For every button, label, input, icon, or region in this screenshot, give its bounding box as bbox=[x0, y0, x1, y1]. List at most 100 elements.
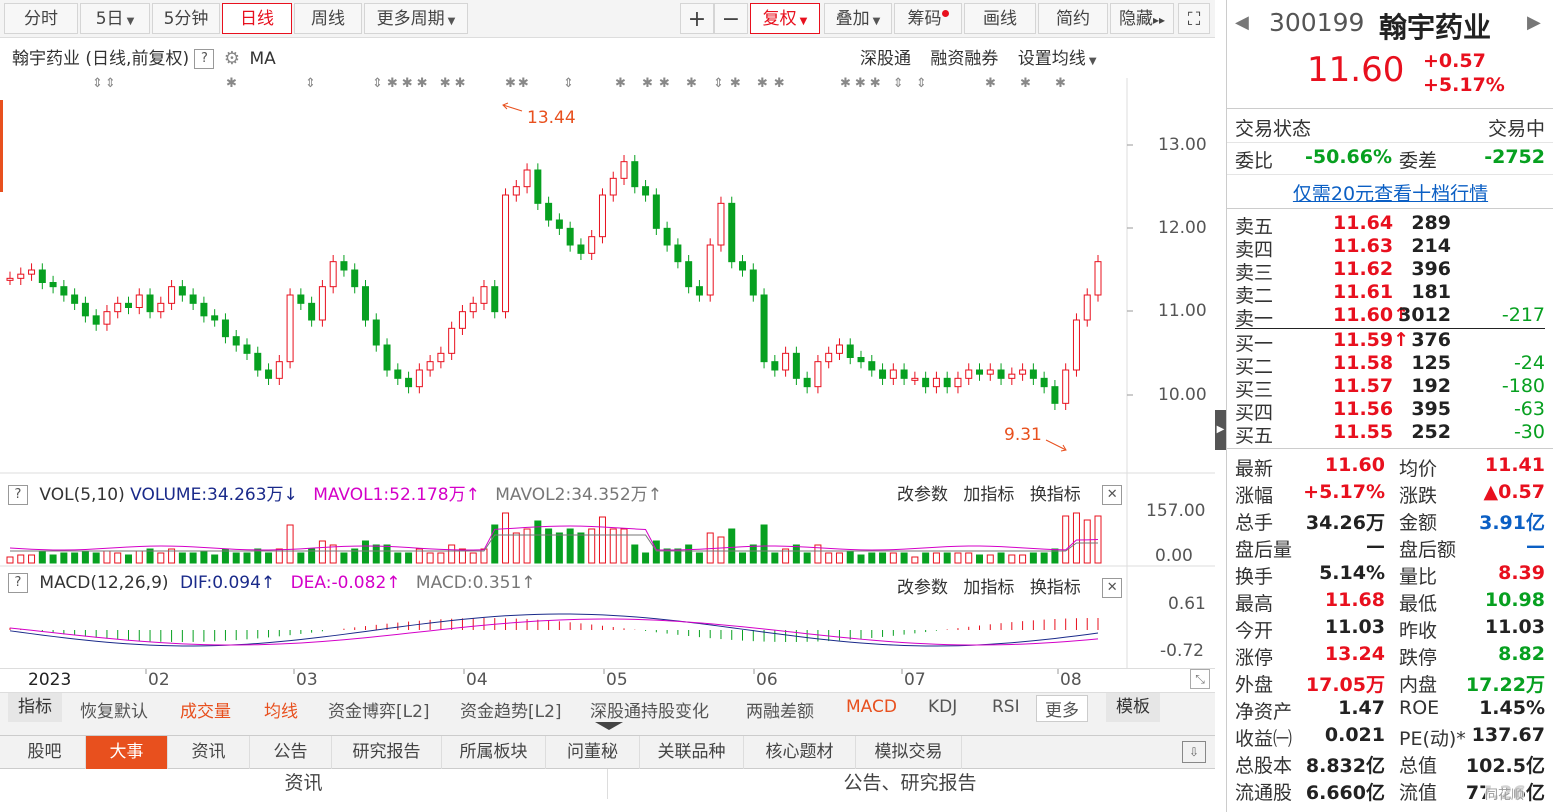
event-marker-icon[interactable]: ✱ ✱ ✱ bbox=[985, 76, 1076, 91]
event-markers[interactable]: ⇕⇕ bbox=[92, 76, 118, 91]
close-icon[interactable]: ✕ bbox=[1102, 485, 1123, 505]
add-indicator-button[interactable]: 加指标 bbox=[963, 578, 1014, 598]
adjust-rights-dropdown[interactable]: 复权 ▼ bbox=[750, 3, 820, 34]
hk-connect-link[interactable]: 深股通 bbox=[860, 49, 911, 69]
restore-default-button[interactable]: 恢复默认 bbox=[80, 697, 148, 722]
level-volume: 396 bbox=[1411, 258, 1451, 280]
hide-panel-button[interactable]: 隐藏▸▸ bbox=[1110, 3, 1174, 34]
news-preview[interactable] bbox=[0, 799, 1215, 812]
margin-trading-link[interactable]: 融资融券 bbox=[930, 49, 998, 69]
tab-guba[interactable]: 股吧 bbox=[4, 736, 86, 769]
edit-params-button[interactable]: 改参数 bbox=[897, 485, 948, 505]
draw-line-button[interactable]: 画线 bbox=[964, 3, 1036, 34]
edit-params-button[interactable]: 改参数 bbox=[897, 578, 948, 598]
stat-row: 涨幅 +5.17% 涨跌 ▲0.57 bbox=[1235, 481, 1545, 507]
bid-level-row[interactable]: 买三 11.57 192 -180 bbox=[1235, 375, 1545, 401]
chips-button[interactable]: 筹码 bbox=[894, 3, 962, 34]
indicator-rsi[interactable]: RSI bbox=[992, 697, 1020, 717]
help-icon[interactable]: ? bbox=[8, 485, 28, 505]
tab-research[interactable]: 研究报告 bbox=[332, 736, 442, 769]
tab-sectors[interactable]: 所属板块 bbox=[442, 736, 546, 769]
volume-bars-group bbox=[6, 512, 1102, 564]
level2-promo-link[interactable]: 仅需20元查看十档行情 bbox=[1227, 179, 1553, 206]
indicator-hk-holding[interactable]: 深股通持股变化 bbox=[590, 697, 709, 722]
chips-label: 筹码 bbox=[907, 9, 942, 29]
period-intraday-button[interactable]: 分时 bbox=[4, 3, 78, 34]
tab-ask-secretary[interactable]: 问董秘 bbox=[546, 736, 640, 769]
simple-mode-button[interactable]: 简约 bbox=[1038, 3, 1108, 34]
bid-level-row[interactable]: 买一 11.59↑ 376 bbox=[1235, 329, 1545, 355]
ask-level-row[interactable]: 卖二 11.61 181 bbox=[1235, 281, 1545, 307]
stat-value: 102.5亿 bbox=[1465, 755, 1545, 777]
kline-chart-area[interactable]: 翰宇药业 (日线,前复权) ? ⚙ MA 深股通 融资融券 设置均线 ▼ ⇕⇕ ✱… bbox=[0, 38, 1215, 668]
indicator-kdj[interactable]: KDJ bbox=[928, 697, 957, 717]
period-5min-button[interactable]: 5分钟 bbox=[152, 3, 220, 34]
event-marker-icon[interactable]: ✱ ✱✱ ✱ ⇕✱ ✱✱ bbox=[615, 76, 791, 91]
add-indicator-button[interactable]: 加指标 bbox=[963, 485, 1014, 505]
event-marker-icon[interactable]: ✱✱✱ ⇕ ⇕ bbox=[840, 76, 931, 91]
collapse-down-icon[interactable] bbox=[595, 722, 623, 730]
indicator-fund-game[interactable]: 资金博弈[L2] bbox=[328, 697, 430, 722]
template-button[interactable]: 模板 bbox=[1106, 693, 1160, 722]
tab-events[interactable]: 大事 bbox=[86, 736, 168, 769]
indicator-label[interactable]: 指标 bbox=[8, 693, 62, 722]
vol-name: VOL(5,10) bbox=[39, 485, 125, 505]
fullscreen-icon[interactable]: ⛶ bbox=[1178, 3, 1210, 34]
event-marker-icon[interactable]: ⇕ bbox=[305, 76, 316, 91]
overlay-dropdown[interactable]: 叠加 ▼ bbox=[824, 3, 892, 34]
trade-status-value: 交易中 bbox=[1487, 118, 1545, 140]
level-price: 11.57 bbox=[1333, 375, 1394, 397]
tab-news[interactable]: 资讯 bbox=[168, 736, 250, 769]
more-periods-dropdown[interactable]: 更多周期 ▼ bbox=[364, 3, 468, 34]
prev-stock-icon[interactable]: ◀ bbox=[1235, 12, 1249, 33]
tab-themes[interactable]: 核心题材 bbox=[744, 736, 856, 769]
zoom-in-button[interactable]: + bbox=[680, 3, 714, 34]
splitter[interactable] bbox=[0, 722, 1215, 735]
indicator-margin-diff[interactable]: 两融差额 bbox=[746, 697, 814, 722]
more-indicators-button[interactable]: 更多 bbox=[1036, 695, 1088, 722]
last-price: 11.60 bbox=[1307, 50, 1405, 90]
period-daily-button[interactable]: 日线 bbox=[222, 3, 292, 34]
tab-announcements[interactable]: 公告 bbox=[250, 736, 332, 769]
help-icon[interactable]: ? bbox=[8, 573, 28, 593]
indicator-ma[interactable]: 均线 bbox=[264, 697, 298, 722]
ma-label[interactable]: MA bbox=[249, 49, 275, 69]
set-ma-link[interactable]: 设置均线 bbox=[1018, 49, 1086, 69]
chevron-down-icon: ▼ bbox=[872, 16, 881, 27]
close-icon[interactable]: ✕ bbox=[1102, 578, 1123, 598]
tab-related[interactable]: 关联品种 bbox=[640, 736, 744, 769]
collapse-right-panel-icon[interactable]: ▶ bbox=[1215, 410, 1226, 450]
indicator-fund-trend[interactable]: 资金趋势[L2] bbox=[460, 697, 562, 722]
level-change: -63 bbox=[1513, 398, 1545, 420]
stat-label: 最新 bbox=[1235, 458, 1274, 480]
stat-label: 盘后额 bbox=[1399, 539, 1457, 561]
level-price: 11.61 bbox=[1333, 281, 1394, 303]
gear-icon[interactable]: ⚙ bbox=[224, 48, 240, 69]
adjust-rights-label: 复权 bbox=[762, 9, 797, 29]
ask-level-row[interactable]: 卖四 11.63 214 bbox=[1235, 235, 1545, 261]
switch-indicator-button[interactable]: 换指标 bbox=[1030, 485, 1081, 505]
event-marker-icon[interactable]: ✱ bbox=[226, 76, 237, 91]
stat-value: 8.832亿 bbox=[1305, 755, 1385, 777]
bid-level-row[interactable]: 买五 11.55 252 -30 bbox=[1235, 421, 1545, 447]
download-icon[interactable]: ⇩ bbox=[1182, 741, 1206, 763]
ask-level-row[interactable]: 卖三 11.62 396 bbox=[1235, 258, 1545, 284]
period-5day-button[interactable]: 5日 ▼ bbox=[80, 3, 150, 34]
help-icon[interactable]: ? bbox=[194, 49, 215, 69]
next-stock-icon[interactable]: ▶ bbox=[1527, 12, 1541, 33]
switch-indicator-button[interactable]: 换指标 bbox=[1030, 578, 1081, 598]
ask-level-row[interactable]: 卖一 11.60↑ 3012 -217 bbox=[1235, 304, 1545, 330]
event-marker-icon[interactable]: ✱✱ bbox=[505, 76, 531, 91]
event-marker-icon[interactable]: ⇕✱✱✱ ✱✱ bbox=[372, 76, 470, 91]
low-marker bbox=[1045, 439, 1067, 452]
tab-sim-trade[interactable]: 模拟交易 bbox=[856, 736, 962, 769]
period-weekly-button[interactable]: 周线 bbox=[294, 3, 362, 34]
zoom-out-button[interactable]: − bbox=[714, 3, 748, 34]
bid-level-row[interactable]: 买四 11.56 395 -63 bbox=[1235, 398, 1545, 424]
indicator-macd[interactable]: MACD bbox=[846, 697, 897, 717]
stat-label: 盘后量 bbox=[1235, 539, 1293, 561]
bid-level-row[interactable]: 买二 11.58 125 -24 bbox=[1235, 352, 1545, 378]
indicator-volume[interactable]: 成交量 bbox=[180, 697, 231, 722]
ask-level-row[interactable]: 卖五 11.64 289 bbox=[1235, 212, 1545, 238]
event-marker-icon[interactable]: ⇕ bbox=[563, 76, 574, 91]
